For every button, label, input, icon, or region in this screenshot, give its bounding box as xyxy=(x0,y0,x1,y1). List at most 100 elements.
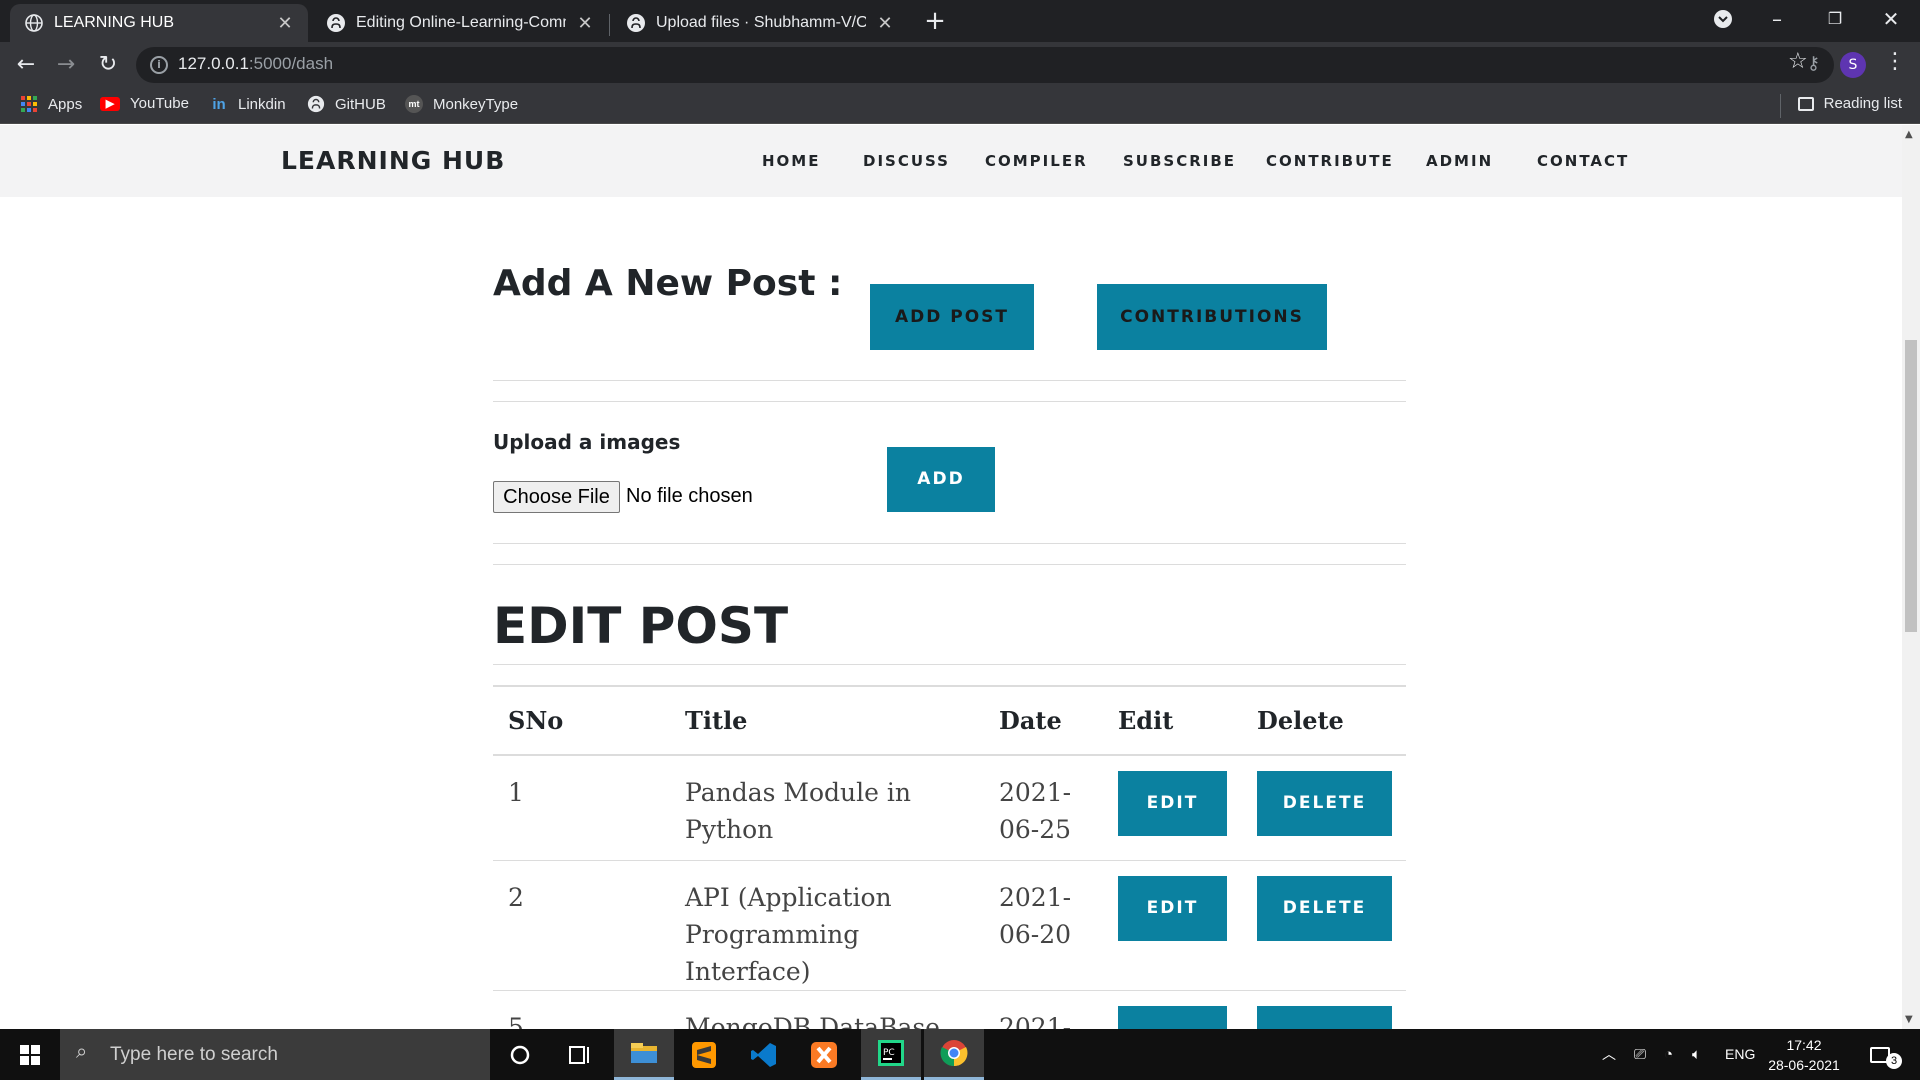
volume-icon[interactable]: 🔈︎ xyxy=(1692,1029,1701,1080)
page-viewport: LEARNING HUB HOME DISCUSS COMPILER SUBSC… xyxy=(0,125,1920,1029)
bookmarks-bar: Apps ▶ YouTube in Linkdin GitHUB mt Monk… xyxy=(0,88,1920,124)
chrome-icon[interactable] xyxy=(924,1029,984,1080)
cell-delete: DELETE xyxy=(1242,860,1406,991)
nav-link-contact[interactable]: CONTACT xyxy=(1537,125,1629,197)
nav-link-subscribe[interactable]: SUBSCRIBE xyxy=(1123,125,1236,197)
file-explorer-icon[interactable] xyxy=(614,1029,674,1080)
taskbar-search-box[interactable]: ⌕ Type here to search xyxy=(60,1029,490,1080)
add-post-heading: Add A New Post : xyxy=(493,263,843,304)
scroll-up-arrow-icon[interactable]: ▲ xyxy=(1905,129,1913,140)
address-bar[interactable]: i 127.0.0.1:5000/dash ⚷ xyxy=(136,47,1834,83)
kebab-menu-icon[interactable]: ⋮ xyxy=(1884,49,1906,74)
browser-tab-strip: LEARNING HUB ✕ Editing Online-Learning-C… xyxy=(0,0,1920,42)
reading-list-button[interactable]: Reading list xyxy=(1797,95,1902,112)
edit-button[interactable]: EDIT xyxy=(1118,1005,1227,1029)
sublime-text-icon[interactable] xyxy=(674,1029,734,1080)
nav-link-contribute[interactable]: CONTRIBUTE xyxy=(1266,125,1394,197)
delete-button[interactable]: DELETE xyxy=(1257,771,1392,836)
tab-title: Upload files · Shubhamm-V/Onli xyxy=(656,14,866,31)
cell-sno: 1 xyxy=(493,755,670,861)
cortana-icon[interactable] xyxy=(490,1029,550,1080)
forward-arrow-icon[interactable]: → xyxy=(50,49,82,81)
upload-label: Upload a images xyxy=(493,430,681,454)
new-tab-button[interactable]: + xyxy=(921,6,949,36)
choose-file-button[interactable]: Choose File xyxy=(493,481,620,513)
meet-now-icon[interactable]: ⎚ xyxy=(1634,1029,1646,1080)
add-post-button[interactable]: ADD POST xyxy=(870,284,1034,350)
edit-button[interactable]: EDIT xyxy=(1118,771,1227,836)
bookmark-youtube[interactable]: ▶ YouTube xyxy=(100,95,189,112)
close-window-button[interactable]: ✕ xyxy=(1862,0,1920,38)
vscode-icon[interactable] xyxy=(734,1029,794,1080)
delete-button[interactable]: DELETE xyxy=(1257,1005,1392,1029)
clock[interactable]: 17:42 28-06-2021 xyxy=(1764,1035,1844,1075)
divider xyxy=(493,564,1406,565)
xampp-icon[interactable] xyxy=(794,1029,854,1080)
cell-edit: EDIT xyxy=(1103,755,1242,861)
file-status-text: No file chosen xyxy=(626,485,753,507)
cell-edit: EDIT xyxy=(1103,990,1242,1029)
monkeytype-icon: mt xyxy=(405,95,423,113)
edit-button[interactable]: EDIT xyxy=(1118,875,1227,941)
bookmark-linkedin[interactable]: in Linkdin xyxy=(210,95,285,113)
notification-center-icon[interactable]: 3 xyxy=(1870,1029,1902,1080)
nav-link-admin[interactable]: ADMIN xyxy=(1426,125,1493,197)
divider xyxy=(493,380,1406,381)
page-scrollbar[interactable]: ▲ ▼ xyxy=(1902,125,1920,1029)
add-image-button[interactable]: ADD xyxy=(887,447,995,512)
reading-list-label: Reading list xyxy=(1823,95,1902,112)
url-text[interactable]: 127.0.0.1:5000/dash xyxy=(178,54,333,74)
table-row: 5 MongoDB DataBase 2021-06-20 EDIT DELET… xyxy=(493,990,1406,1029)
scroll-thumb[interactable] xyxy=(1905,340,1917,632)
column-header-edit: Edit xyxy=(1103,685,1242,756)
nav-link-compiler[interactable]: COMPILER xyxy=(985,125,1088,197)
scroll-down-arrow-icon[interactable]: ▼ xyxy=(1905,1014,1913,1025)
cell-sno: 5 xyxy=(493,990,670,1029)
bookmark-monkeytype[interactable]: mt MonkeyType xyxy=(405,95,518,113)
cell-date: 2021-06-20 xyxy=(984,990,1103,1029)
tab-upload-files[interactable]: Upload files · Shubhamm-V/Onli ✕ xyxy=(612,4,908,42)
site-brand[interactable]: LEARNING HUB xyxy=(281,125,505,197)
windows-start-icon[interactable] xyxy=(0,1029,60,1080)
column-header-date: Date xyxy=(984,685,1103,756)
pycharm-icon[interactable]: PC xyxy=(861,1029,921,1080)
close-icon[interactable]: ✕ xyxy=(276,13,294,34)
profile-avatar[interactable]: S xyxy=(1840,52,1866,78)
tab-learning-hub[interactable]: LEARNING HUB ✕ xyxy=(10,4,308,42)
tray-overflow-chevron-icon[interactable]: ︿ xyxy=(1602,1029,1616,1080)
task-view-icon[interactable] xyxy=(550,1029,610,1080)
close-icon[interactable]: ✕ xyxy=(576,13,594,34)
cell-sno: 2 xyxy=(493,860,670,991)
key-icon[interactable]: ⚷ xyxy=(1807,53,1820,74)
column-header-title: Title xyxy=(670,685,984,756)
column-header-delete: Delete xyxy=(1242,685,1406,756)
tab-search-icon[interactable] xyxy=(1694,0,1752,38)
windows-taskbar: ⌕ Type here to search PC ︿ ⎚ ◔ 🔈︎ ENG 17… xyxy=(0,1029,1920,1080)
posts-table: SNo Title Date Edit Delete 1 Pandas Modu… xyxy=(493,685,1406,1029)
close-icon[interactable]: ✕ xyxy=(876,13,894,34)
restore-button[interactable]: ❐ xyxy=(1806,0,1864,38)
nav-link-discuss[interactable]: DISCUSS xyxy=(863,125,950,197)
edit-post-heading: EDIT POST xyxy=(493,597,789,655)
info-icon[interactable]: i xyxy=(150,56,168,74)
bookmark-star-icon[interactable]: ☆ xyxy=(1788,49,1808,74)
reload-icon[interactable]: ↻ xyxy=(92,49,124,81)
cell-date: 2021-06-20 xyxy=(984,860,1103,991)
cell-edit: EDIT xyxy=(1103,860,1242,991)
tab-editing-github[interactable]: Editing Online-Learning-Commu ✕ xyxy=(312,4,608,42)
bookmark-github[interactable]: GitHUB xyxy=(307,95,386,113)
delete-button[interactable]: DELETE xyxy=(1257,875,1392,941)
network-icon[interactable]: ◔ xyxy=(1664,1029,1673,1080)
nav-link-home[interactable]: HOME xyxy=(762,125,820,197)
browser-toolbar: ← → ↻ i 127.0.0.1:5000/dash ⚷ xyxy=(0,42,1920,88)
column-header-sno: SNo xyxy=(493,685,670,756)
contributions-button[interactable]: CONTRIBUTIONS xyxy=(1097,284,1327,350)
input-language-indicator[interactable]: ENG xyxy=(1725,1029,1755,1080)
minimize-button[interactable]: – xyxy=(1748,0,1806,38)
clock-time: 17:42 xyxy=(1786,1037,1822,1053)
url-path: :5000/dash xyxy=(248,54,334,73)
back-arrow-icon[interactable]: ← xyxy=(10,49,42,81)
divider xyxy=(493,401,1406,402)
bookmark-apps[interactable]: Apps xyxy=(20,95,82,113)
bookmark-label: GitHUB xyxy=(335,95,386,113)
